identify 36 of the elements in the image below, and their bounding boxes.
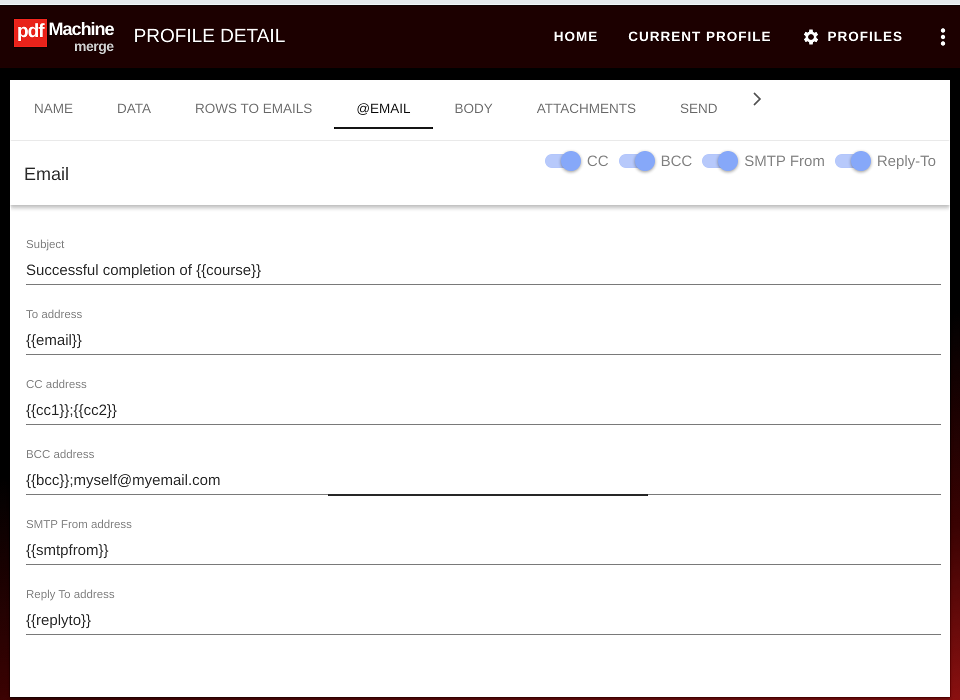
- toggle-switch[interactable]: [618, 151, 655, 171]
- tab[interactable]: ATTACHMENTS: [514, 80, 658, 129]
- logo-badge: pdf: [14, 19, 47, 47]
- toggle-switch[interactable]: [834, 151, 871, 171]
- tab[interactable]: NAME: [12, 80, 96, 129]
- field-label: SMTP From address: [26, 519, 133, 533]
- more-icon[interactable]: [940, 28, 946, 46]
- page-title: PROFILE DETAIL: [134, 26, 286, 48]
- field-label: Subject: [26, 239, 66, 253]
- chevron-right-icon[interactable]: [752, 92, 762, 106]
- section-title: Email: [24, 162, 70, 184]
- input-field[interactable]: {{email}}: [26, 326, 941, 355]
- field-label: To address: [26, 309, 84, 323]
- input-field[interactable]: Successful completion of {{course}}: [26, 256, 941, 285]
- field-label: BCC address: [26, 449, 96, 463]
- tab[interactable]: BODY: [432, 80, 515, 129]
- input-field[interactable]: {{replyto}}: [26, 606, 941, 635]
- toggle-label: Reply-To: [876, 152, 936, 170]
- tab[interactable]: ROWS TO EMAILS: [173, 80, 334, 129]
- nav-link[interactable]: HOME: [538, 21, 614, 52]
- toggle-label: SMTP From: [744, 152, 825, 170]
- nav-link[interactable]: PROFILES: [786, 18, 918, 54]
- nav-link[interactable]: CURRENT PROFILE: [613, 21, 786, 52]
- logo-name: Machine: [48, 19, 114, 39]
- tab[interactable]: @EMAIL: [334, 80, 433, 129]
- input-field[interactable]: {{smtpfrom}}: [26, 536, 941, 565]
- toggle-label: CC: [586, 152, 609, 170]
- input-field[interactable]: {{cc1}};{{cc2}}: [26, 396, 941, 425]
- tab[interactable]: SEND: [658, 80, 740, 129]
- logo-subtitle: merge: [74, 39, 114, 54]
- tab[interactable]: DATA: [95, 80, 174, 129]
- toggle-switch[interactable]: [544, 151, 581, 171]
- toggle-switch[interactable]: [702, 151, 738, 171]
- field-label: CC address: [26, 379, 88, 393]
- field-label: Reply To address: [26, 589, 116, 603]
- toggle-label: BCC: [660, 152, 692, 170]
